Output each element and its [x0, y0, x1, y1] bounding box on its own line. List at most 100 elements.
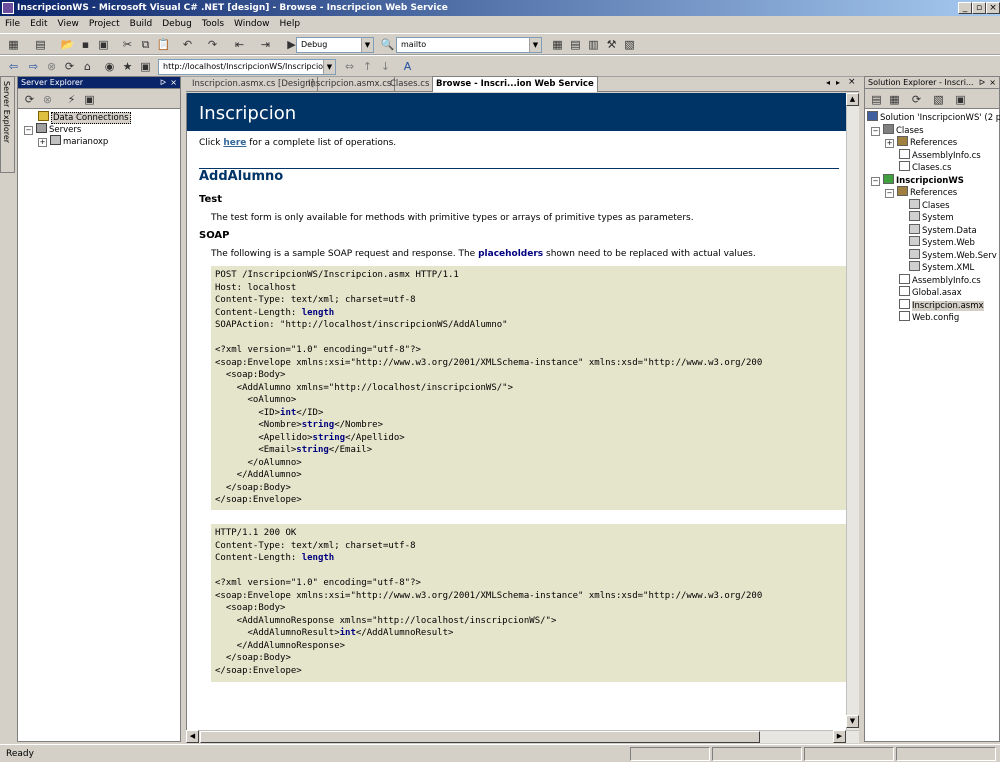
- save-icon[interactable]: ▪: [78, 38, 93, 52]
- redo-icon[interactable]: ↷: [205, 38, 220, 52]
- scroll-right-icon[interactable]: ▶: [833, 730, 846, 743]
- stop-icon[interactable]: ⊗: [44, 60, 59, 74]
- copy-icon[interactable]: ⧉: [138, 38, 153, 52]
- collapse-icon[interactable]: −: [885, 189, 894, 198]
- vertical-scrollbar[interactable]: ▲ ▼: [846, 93, 859, 730]
- stop-icon[interactable]: ⊗: [40, 93, 55, 107]
- class-view-icon[interactable]: ⚒: [604, 38, 619, 52]
- cut-icon[interactable]: ✂: [120, 38, 135, 52]
- tree-item-marianoxp[interactable]: + marianoxp: [38, 135, 108, 149]
- scroll-thumb[interactable]: [200, 731, 760, 743]
- solution-config-select[interactable]: Debug ▼: [296, 37, 374, 53]
- find-combo[interactable]: mailto ▼: [396, 37, 542, 53]
- save-all-icon[interactable]: ▣: [96, 38, 111, 52]
- next-topic-icon[interactable]: ↓: [378, 60, 393, 74]
- solution-tree-item[interactable]: System.Web.Serv: [909, 248, 997, 263]
- previous-topic-icon[interactable]: ↑: [360, 60, 375, 74]
- home-icon[interactable]: ⌂: [80, 60, 95, 74]
- expand-icon[interactable]: +: [38, 138, 47, 147]
- connect-database-icon[interactable]: ⚡: [64, 93, 79, 107]
- tab-browse[interactable]: Browse - Inscri...ion Web Service: [432, 76, 598, 92]
- menu-edit[interactable]: Edit: [25, 16, 52, 33]
- solution-tree-item[interactable]: Web.config: [899, 311, 959, 325]
- navigate-forward-icon[interactable]: ⇥: [258, 38, 273, 52]
- back-icon[interactable]: ⇦: [6, 60, 21, 74]
- view-code-icon[interactable]: ▧: [931, 93, 946, 107]
- solution-tree-item[interactable]: Clases.cs: [899, 161, 951, 175]
- solution-tree-item[interactable]: System: [909, 211, 954, 225]
- menu-tools[interactable]: Tools: [197, 16, 229, 33]
- solution-tree-item[interactable]: Solution 'InscripcionWS' (2 pro: [867, 111, 1000, 125]
- here-link[interactable]: here: [223, 138, 246, 148]
- search-web-icon[interactable]: ◉: [102, 60, 117, 74]
- font-size-icon[interactable]: A: [400, 60, 415, 74]
- solution-tree-item[interactable]: AssemblyInfo.cs: [899, 273, 981, 288]
- minimize-button[interactable]: _: [958, 2, 972, 14]
- menu-debug[interactable]: Debug: [157, 16, 197, 33]
- chevron-down-icon[interactable]: ▼: [323, 60, 335, 74]
- maximize-button[interactable]: ▫: [972, 2, 986, 14]
- expand-icon[interactable]: +: [885, 139, 894, 148]
- menu-view[interactable]: View: [53, 16, 84, 33]
- solution-tree-item[interactable]: + References: [885, 136, 957, 150]
- add-favorite-icon[interactable]: ▣: [138, 60, 153, 74]
- toolbox-icon[interactable]: ▥: [586, 38, 601, 52]
- options-icon[interactable]: ▧: [622, 38, 637, 52]
- tab-inscripcion-code[interactable]: Inscripcion.asmx.cs: [305, 77, 396, 91]
- menu-file[interactable]: File: [0, 16, 25, 33]
- pin-icon[interactable]: ᐅ: [160, 77, 166, 89]
- solution-tree-item[interactable]: − References: [885, 186, 957, 200]
- tab-inscripcion-design[interactable]: Inscripcion.asmx.cs [Design]: [189, 77, 319, 91]
- chevron-down-icon[interactable]: ▼: [529, 38, 541, 52]
- close-button[interactable]: ×: [986, 2, 1000, 14]
- close-icon[interactable]: ×: [170, 77, 177, 89]
- solution-explorer-icon[interactable]: ▦: [550, 38, 565, 52]
- solution-tree-item[interactable]: Global.asax: [899, 286, 962, 300]
- properties-icon[interactable]: ▤: [568, 38, 583, 52]
- solution-tree-item[interactable]: AssemblyInfo.cs: [899, 148, 981, 163]
- collapse-icon[interactable]: −: [871, 176, 880, 186]
- show-all-files-icon[interactable]: ▦: [887, 93, 902, 107]
- menu-window[interactable]: Window: [229, 16, 275, 33]
- pin-icon[interactable]: ᐅ: [979, 77, 985, 89]
- add-item-icon[interactable]: ▤: [33, 38, 48, 52]
- undo-icon[interactable]: ↶: [180, 38, 195, 52]
- solution-tree-item[interactable]: − Clases: [871, 123, 924, 138]
- close-icon[interactable]: ×: [989, 77, 996, 89]
- horizontal-scrollbar[interactable]: ◀ ▶: [186, 730, 859, 743]
- favorites-icon[interactable]: ★: [120, 60, 135, 74]
- view-designer-icon[interactable]: ▣: [953, 93, 968, 107]
- forward-icon[interactable]: ⇨: [26, 60, 41, 74]
- open-folder-icon[interactable]: 📂: [60, 38, 75, 52]
- scroll-down-icon[interactable]: ▼: [846, 715, 859, 728]
- scroll-left-icon[interactable]: ◀: [186, 730, 199, 743]
- menu-help[interactable]: Help: [275, 16, 306, 33]
- collapse-icon[interactable]: −: [24, 126, 33, 135]
- solution-tree-item[interactable]: System.XML: [909, 261, 974, 275]
- tab-left-arrow-icon[interactable]: ◂: [826, 78, 830, 87]
- menu-project[interactable]: Project: [84, 16, 125, 33]
- paste-icon[interactable]: 📋: [156, 38, 171, 52]
- solution-tree-item[interactable]: − InscripcionWS: [871, 173, 964, 188]
- solution-tree-item[interactable]: Inscripcion.asmx: [899, 298, 984, 313]
- menu-build[interactable]: Build: [125, 16, 158, 33]
- scroll-up-icon[interactable]: ▲: [846, 93, 859, 106]
- find-icon[interactable]: 🔍: [380, 38, 395, 52]
- close-document-icon[interactable]: ×: [848, 77, 856, 87]
- solution-tree-item[interactable]: System.Web: [909, 236, 975, 250]
- refresh-icon[interactable]: ⟳: [22, 93, 37, 107]
- collapse-icon[interactable]: −: [871, 126, 880, 136]
- navigate-icon[interactable]: ⇤: [232, 38, 247, 52]
- refresh-icon[interactable]: ⟳: [909, 93, 924, 107]
- solution-tree-item[interactable]: System.Data: [909, 223, 977, 238]
- new-project-icon[interactable]: ▦: [6, 38, 21, 52]
- url-combo[interactable]: http://localhost/InscripcionWS/Inscripci…: [158, 59, 336, 75]
- connect-server-icon[interactable]: ▣: [82, 93, 97, 107]
- chevron-down-icon[interactable]: ▼: [361, 38, 373, 52]
- properties-icon[interactable]: ▤: [869, 93, 884, 107]
- sync-contents-icon[interactable]: ⇔: [342, 60, 357, 74]
- solution-tree-item[interactable]: Clases: [909, 198, 950, 213]
- refresh-icon[interactable]: ⟳: [62, 60, 77, 74]
- tab-right-arrow-icon[interactable]: ▸: [836, 78, 840, 87]
- tab-clases[interactable]: Clases.cs: [387, 77, 434, 91]
